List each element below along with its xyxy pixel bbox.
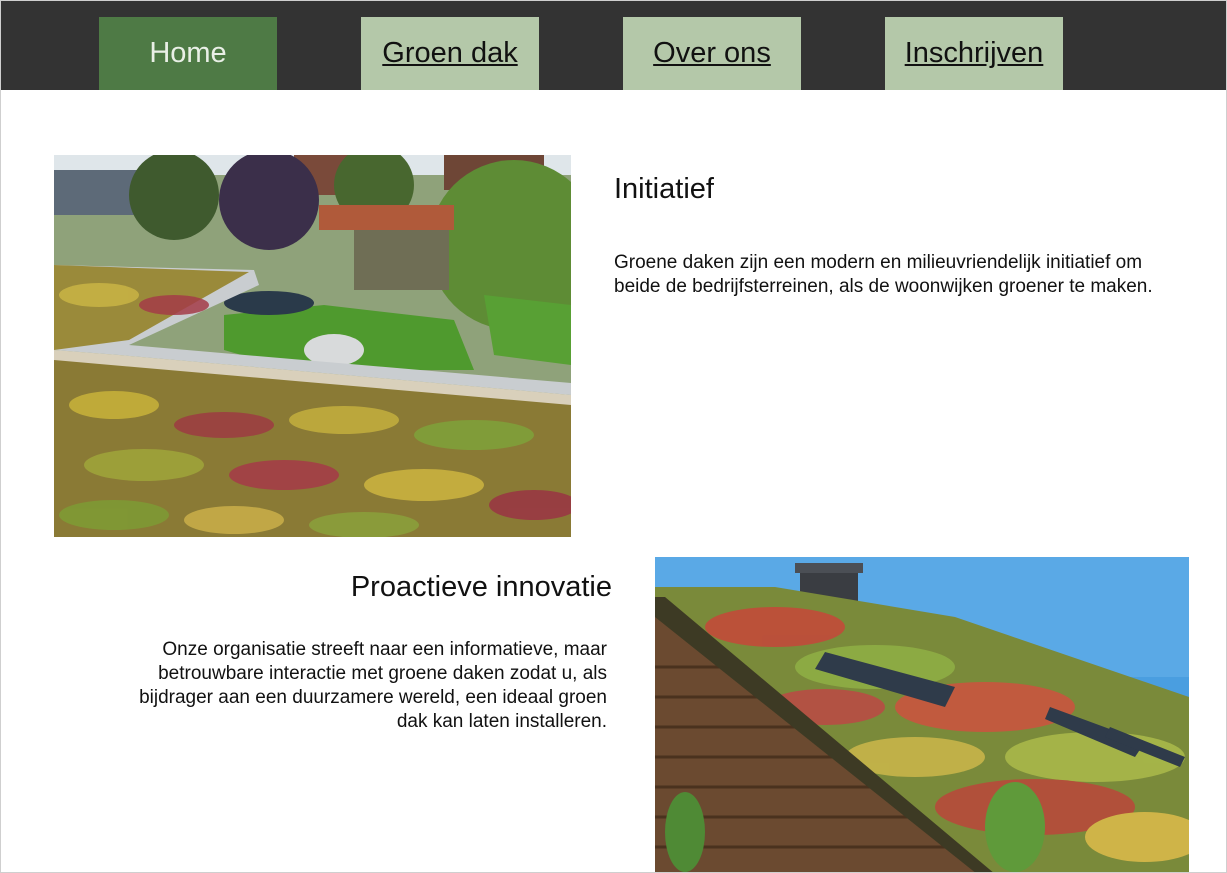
section-title-initiatief: Initiatief [614,173,714,205]
section-title-proactieve-innovatie: Proactieve innovatie [350,571,612,603]
nav-groen-dak[interactable]: Groen dak [361,17,539,90]
page-frame: Home Groen dak Over ons Inschrijven Init… [0,0,1227,873]
nav-home[interactable]: Home [99,17,277,90]
nav-inschrijven[interactable]: Inschrijven [885,17,1063,90]
green-roof-house-photo [655,557,1189,872]
nav-over-ons[interactable]: Over ons [623,17,801,90]
section-text-proactieve-innovatie: Onze organisatie streeft naar een inform… [139,639,607,732]
section-text-initiatief: Groene daken zijn een modern en milieuvr… [614,252,1153,297]
green-roof-garden-photo [54,155,571,537]
top-navbar: Home Groen dak Over ons Inschrijven [1,1,1226,90]
